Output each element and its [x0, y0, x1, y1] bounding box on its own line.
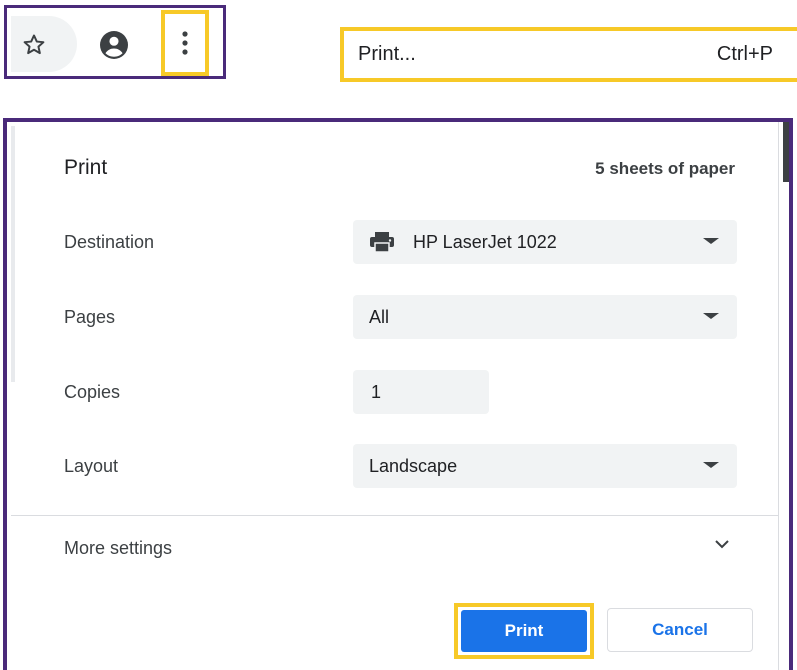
screenshot-canvas: Print... Ctrl+P Print 5 sheets of paper … [0, 0, 797, 670]
sheets-count: 5 sheets of paper [595, 159, 735, 178]
layout-label: Layout [64, 456, 119, 476]
dialog-scrollbar[interactable] [778, 122, 789, 670]
print-button[interactable]: Print [461, 610, 587, 652]
preview-scrollbar[interactable] [11, 126, 15, 382]
account-button[interactable] [97, 28, 131, 62]
printer-icon [369, 231, 395, 253]
layout-select[interactable]: Landscape [353, 444, 737, 488]
account-icon [100, 31, 128, 59]
copies-label: Copies [64, 382, 121, 402]
menu-item-print-label: Print... [358, 43, 416, 65]
dropdown-arrow-icon [703, 313, 719, 319]
menu-item-print[interactable]: Print... Ctrl+P [340, 27, 797, 82]
cancel-button[interactable]: Cancel [607, 608, 753, 652]
destination-select[interactable]: HP LaserJet 1022 [353, 220, 737, 264]
browser-toolbar-snippet [4, 5, 226, 79]
destination-label: Destination [64, 232, 155, 252]
destination-value: HP LaserJet 1022 [413, 231, 557, 252]
star-icon [23, 34, 45, 55]
more-settings-toggle[interactable]: More settings [11, 516, 779, 586]
pages-value: All [369, 306, 390, 327]
chevron-down-icon [715, 540, 729, 549]
dropdown-arrow-icon [703, 238, 719, 244]
pages-select[interactable]: All [353, 295, 737, 339]
dropdown-arrow-icon [703, 462, 719, 468]
more-settings-label: More settings [64, 538, 173, 558]
bookmark-star-button[interactable] [19, 30, 49, 60]
browser-menu-button[interactable] [161, 10, 209, 76]
dialog-title: Print [64, 156, 108, 179]
print-button-highlight: Print [454, 603, 594, 659]
layout-value: Landscape [369, 455, 458, 476]
three-dots-vertical-icon [182, 31, 188, 55]
copies-input[interactable] [353, 370, 489, 414]
pages-label: Pages [64, 307, 116, 327]
menu-item-print-shortcut: Ctrl+P [716, 43, 773, 65]
print-dialog: Print 5 sheets of paper Destination HP L… [3, 118, 793, 670]
